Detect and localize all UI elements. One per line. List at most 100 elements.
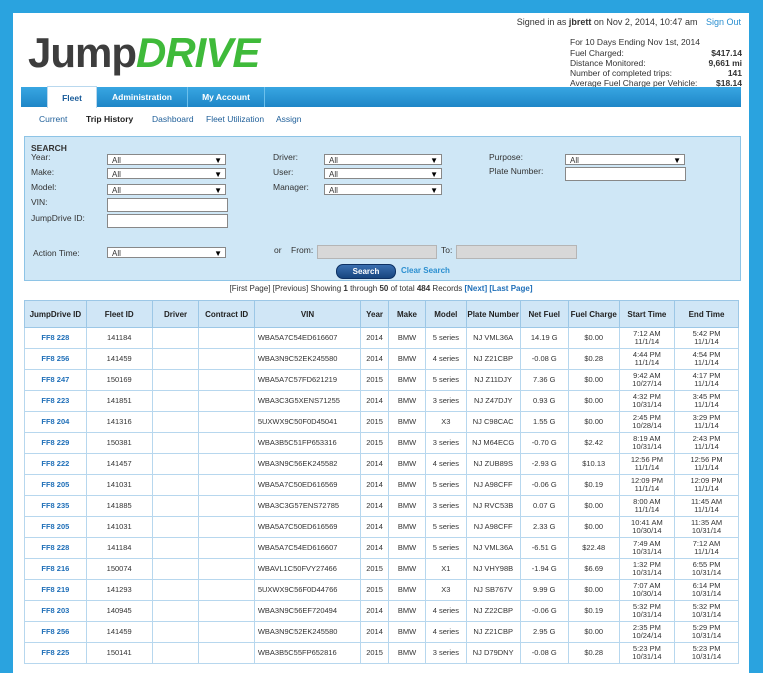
column-header[interactable]: Model (425, 300, 467, 328)
plate-number-cell: NJ Z21CBP (465, 348, 521, 370)
contract-id-cell (198, 411, 255, 433)
make-cell: BMW (387, 474, 427, 496)
column-header[interactable]: Fleet ID (85, 300, 153, 328)
jumpdrive-id-link[interactable]: FF8 228 (24, 327, 87, 349)
end-time-cell: 2:43 PM 11/1/14 (674, 432, 739, 454)
make-select[interactable]: All ▼ (107, 168, 226, 179)
jumpdrive-id-link[interactable]: FF8 229 (24, 432, 87, 454)
model-cell: 5 series (425, 516, 467, 538)
start-time-date: 10/28/14 (632, 421, 662, 430)
jumpdrive-id-link[interactable]: FF8 225 (24, 642, 87, 664)
column-header[interactable]: VIN (253, 300, 362, 328)
fleet-id-cell: 150169 (85, 369, 153, 391)
jumpdrive-id-link[interactable]: FF8 216 (24, 558, 87, 580)
year-cell: 2014 (360, 390, 389, 412)
subnav-dashboard[interactable]: Dashboard (152, 114, 194, 124)
year-cell: 2014 (360, 495, 389, 517)
end-time-date: 11/1/14 (694, 547, 719, 556)
year-cell: 2014 (360, 474, 389, 496)
driver-cell (151, 432, 200, 454)
clear-search-link[interactable]: Clear Search (401, 266, 450, 275)
driver-select[interactable]: All ▼ (324, 154, 442, 165)
jumpdrive-id-link[interactable]: FF8 256 (24, 348, 87, 370)
end-time-cell: 11:45 AM 11/1/14 (674, 495, 739, 517)
jumpdrive-id-link[interactable]: FF8 205 (24, 516, 87, 538)
to-date-input[interactable] (456, 245, 577, 259)
column-header[interactable]: Contract ID (198, 300, 255, 328)
jumpdrive-logo[interactable]: JumpDRIVE (28, 30, 260, 76)
search-button[interactable]: Search (336, 264, 396, 279)
jumpdrive-id-link[interactable]: FF8 205 (24, 474, 87, 496)
jumpdrive-id-link[interactable]: FF8 204 (24, 411, 87, 433)
subnav-current[interactable]: Current (39, 114, 67, 124)
year-cell: 2014 (360, 537, 389, 559)
end-time-cell: 12:09 PM 11/1/14 (674, 474, 739, 496)
subnav-fleet-utilization[interactable]: Fleet Utilization (206, 114, 264, 124)
jumpdrive-id-input[interactable] (107, 214, 228, 228)
plate-number-label: Plate Number: (489, 166, 544, 176)
model-cell: 3 series (425, 390, 467, 412)
subnav-trip-history[interactable]: Trip History (86, 114, 133, 124)
jumpdrive-id-link[interactable]: FF8 203 (24, 600, 87, 622)
action-time-select[interactable]: All ▼ (107, 247, 226, 258)
previous-page-link[interactable]: [Previous] (273, 284, 309, 293)
column-header[interactable]: Year (360, 300, 389, 328)
tab-fleet[interactable]: Fleet (47, 86, 97, 109)
jumpdrive-id-link[interactable]: FF8 235 (24, 495, 87, 517)
jumpdrive-id-link[interactable]: FF8 219 (24, 579, 87, 601)
make-cell: BMW (387, 558, 427, 580)
subnav-assign[interactable]: Assign (276, 114, 302, 124)
fuel-charge-cell: $6.69 (567, 558, 620, 580)
net-fuel-cell: 9.99 G (519, 579, 569, 601)
jumpdrive-id-link[interactable]: FF8 223 (24, 390, 87, 412)
end-time-date: 10/31/14 (691, 589, 722, 598)
column-header[interactable]: Driver (151, 300, 200, 328)
make-label: Make: (31, 167, 55, 177)
column-header[interactable]: Plate Number (465, 300, 521, 328)
of-total-label: of total (390, 284, 415, 293)
user-select[interactable]: All ▼ (324, 168, 442, 179)
jumpdrive-id-link[interactable]: FF8 256 (24, 621, 87, 643)
sign-out-link[interactable]: Sign Out (706, 17, 741, 27)
last-page-link[interactable]: [Last Page] (489, 284, 532, 293)
summary-heading: For 10 Days Ending Nov 1st, 2014 (570, 37, 700, 47)
first-page-link[interactable]: [First Page] (230, 284, 271, 293)
vin-input[interactable] (107, 198, 228, 212)
model-select[interactable]: All ▼ (107, 184, 226, 195)
column-header[interactable]: Start Time (618, 300, 676, 328)
column-header[interactable]: JumpDrive ID (24, 300, 87, 328)
year-select[interactable]: All ▼ (107, 154, 226, 165)
net-fuel-cell: 0.93 G (519, 390, 569, 412)
model-cell: 5 series (425, 537, 467, 559)
from-date-input[interactable] (317, 245, 437, 259)
net-fuel-cell: -0.70 G (519, 432, 569, 454)
column-header[interactable]: Net Fuel (519, 300, 569, 328)
tab-my-account[interactable]: My Account (188, 87, 265, 107)
fleet-id-cell: 150141 (85, 642, 153, 664)
vin-cell: WBAVL1C50FVY27466 (253, 558, 362, 580)
net-fuel-cell: -0.06 G (519, 474, 569, 496)
next-page-link[interactable]: [Next] (464, 284, 487, 293)
fuel-charge-cell: $0.00 (567, 495, 620, 517)
column-header[interactable]: Make (387, 300, 427, 328)
purpose-select[interactable]: All ▼ (565, 154, 685, 165)
jumpdrive-id-link[interactable]: FF8 228 (24, 537, 87, 559)
manager-select[interactable]: All ▼ (324, 184, 442, 195)
chevron-down-icon: ▼ (430, 186, 438, 195)
jumpdrive-id-link[interactable]: FF8 247 (24, 369, 87, 391)
tab-administration[interactable]: Administration (97, 87, 188, 107)
table-row: FF8 225 150141 WBA3B5C55FP652816 2015 BMW 3 s… (24, 642, 739, 664)
start-time-cell: 9:42 AM 10/27/14 (618, 369, 676, 391)
contract-id-cell (198, 348, 255, 370)
plate-number-input[interactable] (565, 167, 686, 181)
range-start: 1 (343, 284, 348, 293)
column-header[interactable]: End Time (674, 300, 739, 328)
column-header[interactable]: Fuel Charge (567, 300, 620, 328)
driver-cell (151, 369, 200, 391)
plate-number-cell: NJ A98CFF (465, 516, 521, 538)
start-time-cell: 5:32 PM 10/31/14 (618, 600, 676, 622)
jumpdrive-id-link[interactable]: FF8 222 (24, 453, 87, 475)
model-cell: 3 series (425, 495, 467, 517)
make-cell: BMW (387, 579, 427, 601)
search-panel: SEARCH Year: All ▼ Make: All ▼ Model: All ▼… (24, 136, 741, 281)
